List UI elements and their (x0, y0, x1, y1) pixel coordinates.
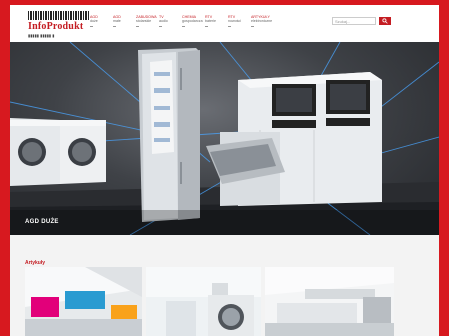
nav-indicator (251, 26, 254, 27)
nav-indicator (113, 26, 116, 27)
nav-item[interactable]: Artykuły elektroniczne (251, 14, 274, 27)
article-image (265, 267, 394, 336)
section-title: Artykuły (25, 260, 46, 266)
hero-label[interactable]: AGD DUŻE (25, 219, 59, 225)
nav-item[interactable]: AGD duże (90, 14, 113, 27)
nav-indicator (136, 26, 139, 27)
article-thumb[interactable] (265, 267, 394, 336)
nav-item[interactable]: RTV baterie (205, 14, 228, 27)
nav-item[interactable]: Chemia gospodarcza (182, 14, 205, 27)
nav-indicator (205, 26, 208, 27)
nav-item-subtitle: gospodarcza (182, 19, 203, 23)
nav-item-subtitle: duże (90, 19, 98, 23)
article-thumbnails (25, 267, 425, 336)
logo-tagline: ▮▮▮▮▮ ▮▮▮▮▮ ▮ (28, 33, 55, 38)
articles-section: Artykuły (10, 235, 439, 336)
nav-item[interactable]: Zabudowa stolarskie (136, 14, 159, 27)
nav-item-subtitle: małe (113, 19, 121, 23)
site-logo[interactable]: InfoProdukt ▮▮▮▮▮ ▮▮▮▮▮ ▮ (28, 11, 90, 39)
search-button[interactable] (379, 17, 391, 25)
article-image (25, 267, 142, 336)
hero-image (10, 42, 439, 235)
nav-item-subtitle: baterie (205, 19, 216, 23)
nav-indicator (228, 26, 231, 27)
nav-item-subtitle: stolarskie (136, 19, 152, 23)
search-input[interactable]: Szukaj... (332, 17, 376, 25)
hero-banner[interactable]: AGD DUŻE (10, 42, 439, 235)
nav-item[interactable]: RTV nowości (228, 14, 251, 27)
article-thumb[interactable] (25, 267, 142, 336)
nav-item-subtitle: audio (159, 19, 168, 23)
search-icon (382, 18, 388, 24)
nav-indicator (182, 26, 185, 27)
nav-item[interactable]: AGD małe (113, 14, 136, 27)
nav-item-subtitle: elektroniczne (251, 19, 273, 23)
page-frame: InfoProdukt ▮▮▮▮▮ ▮▮▮▮▮ ▮ AGD duże AGD małe… (10, 5, 439, 336)
nav-indicator (159, 26, 162, 27)
logo-text: InfoProdukt (28, 21, 84, 32)
site-header: InfoProdukt ▮▮▮▮▮ ▮▮▮▮▮ ▮ AGD duże AGD małe… (10, 5, 439, 42)
nav-item-subtitle: nowości (228, 19, 241, 23)
nav-indicator (90, 26, 93, 27)
article-image (146, 267, 261, 336)
nav-item[interactable]: TV audio (159, 14, 182, 27)
article-thumb[interactable] (146, 267, 261, 336)
barcode-icon (28, 11, 90, 20)
main-nav: AGD duże AGD małe Zabudowa stolarskie TV audio C… (90, 14, 274, 27)
